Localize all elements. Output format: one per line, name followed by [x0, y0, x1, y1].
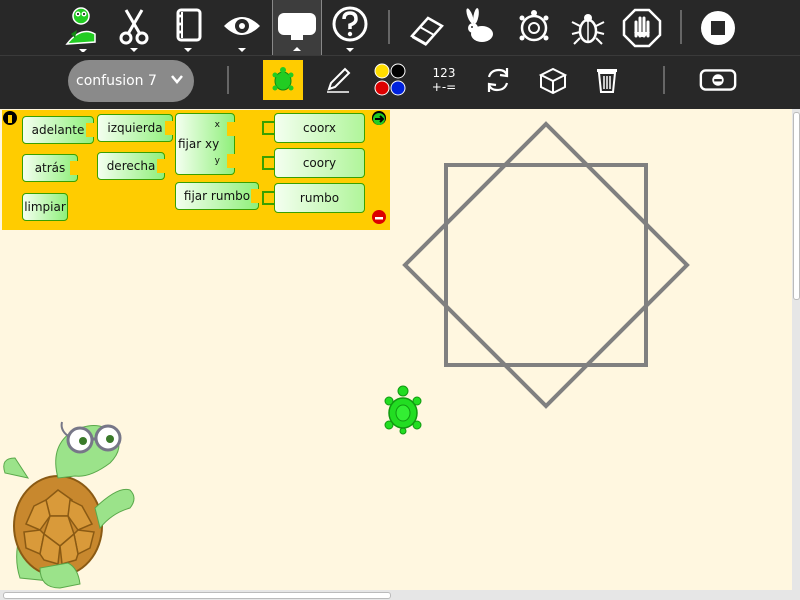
flow-icon[interactable]	[478, 60, 518, 100]
rabbit-icon[interactable]	[454, 0, 506, 55]
main-toolbar	[0, 0, 800, 55]
stop-icon[interactable]	[692, 0, 744, 55]
eraser-icon[interactable]	[400, 0, 452, 55]
block-rumbo[interactable]: rumbo	[274, 183, 365, 213]
block-coorx[interactable]: coorx	[274, 113, 365, 143]
toolbar-separator	[388, 10, 390, 44]
remove-palette-icon[interactable]	[372, 210, 386, 224]
hide-palette-icon[interactable]	[698, 60, 738, 100]
block-palette: adelante atrás limpiar izquierda derecha…	[2, 110, 390, 230]
toolbar-separator	[227, 66, 229, 94]
palette-icon[interactable]	[272, 0, 322, 55]
block-socket	[157, 159, 165, 173]
block-socket	[70, 161, 78, 175]
block-fijar-xy[interactable]: fijar xy x y	[175, 113, 235, 175]
trash-icon[interactable]	[587, 60, 627, 100]
numbers-label: 123	[432, 66, 456, 80]
block-socket	[165, 121, 173, 135]
chevron-down-icon	[170, 72, 184, 90]
toolbar-separator	[680, 10, 682, 44]
turtle-mascot-image	[3, 421, 135, 589]
param-y-label: y	[214, 156, 220, 166]
colors-icon[interactable]	[370, 60, 410, 100]
block-atras[interactable]: atrás	[22, 154, 78, 182]
block-coory[interactable]: coory	[274, 148, 365, 178]
notebook-icon[interactable]	[162, 0, 214, 55]
block-plug	[262, 156, 274, 170]
operators-label: +-=	[431, 80, 457, 94]
block-derecha[interactable]: derecha	[97, 152, 165, 180]
scissors-icon[interactable]	[108, 0, 160, 55]
toolbar-separator	[663, 66, 665, 94]
block-socket	[227, 154, 235, 168]
vertical-scrollbar-thumb[interactable]	[793, 112, 800, 300]
block-socket	[251, 189, 259, 203]
blocks-box-icon[interactable]	[533, 60, 573, 100]
horizontal-scrollbar-thumb[interactable]	[3, 592, 391, 599]
turtle-sprite[interactable]	[384, 385, 422, 435]
palette-orientation-icon[interactable]	[3, 111, 17, 125]
block-limpiar[interactable]: limpiar	[22, 193, 68, 221]
block-socket	[227, 122, 235, 136]
pen-icon[interactable]	[318, 60, 358, 100]
turtle-icon[interactable]	[508, 0, 560, 55]
palette-selector[interactable]: confusion 7	[68, 60, 194, 102]
block-plug	[262, 121, 274, 135]
param-x-label: x	[214, 120, 220, 130]
block-adelante[interactable]: adelante	[22, 116, 94, 144]
eye-icon[interactable]	[216, 0, 268, 55]
block-izquierda[interactable]: izquierda	[97, 114, 173, 142]
turtle-palette-button[interactable]	[263, 60, 303, 100]
block-fijar-rumbo[interactable]: fijar rumbo	[175, 182, 259, 210]
stop-hand-icon[interactable]	[616, 0, 668, 55]
palette-selector-value: confusion 7	[76, 73, 157, 89]
activity-icon[interactable]	[55, 0, 107, 55]
block-plug	[262, 191, 274, 205]
bug-icon[interactable]	[562, 0, 614, 55]
next-palette-icon[interactable]	[372, 111, 386, 125]
numbers-button[interactable]: 123 +-=	[424, 60, 464, 100]
help-icon[interactable]	[324, 0, 376, 55]
block-socket	[86, 123, 94, 137]
